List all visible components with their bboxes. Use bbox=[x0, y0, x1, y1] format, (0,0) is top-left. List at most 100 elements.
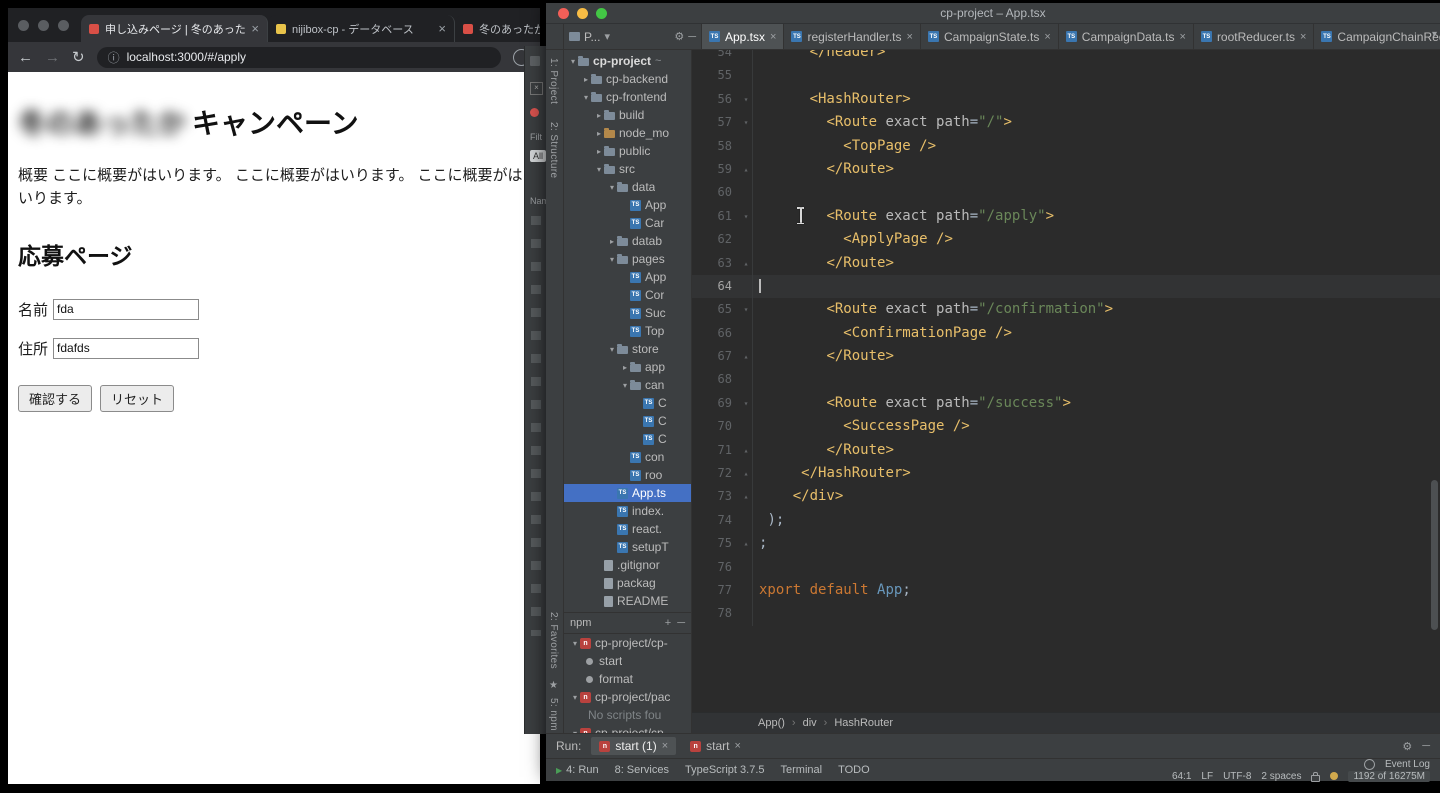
project-tree-row[interactable]: ▸ build bbox=[564, 106, 691, 124]
breadcrumb-item[interactable]: div bbox=[803, 717, 817, 729]
project-tree-row[interactable]: TS react. bbox=[564, 520, 691, 538]
forward-icon[interactable]: → bbox=[45, 50, 60, 65]
code-line[interactable]: 67 ▴ </Route> bbox=[692, 345, 1440, 369]
line-separator[interactable]: LF bbox=[1201, 771, 1213, 782]
npm-script-row[interactable]: No scripts fou bbox=[564, 706, 691, 724]
fold-icon[interactable]: ▴ bbox=[740, 252, 752, 275]
site-info-icon[interactable]: ⓘ bbox=[108, 49, 120, 66]
project-tree-row[interactable]: ▾ cp-project ~ bbox=[564, 52, 691, 70]
line-number[interactable]: 56 bbox=[692, 88, 740, 111]
tool-stripe-npm[interactable]: 5: npm bbox=[548, 698, 559, 731]
browser-tab[interactable]: 申し込みページ | 冬のあった × bbox=[81, 15, 268, 42]
project-tree-row[interactable]: .gitignor bbox=[564, 556, 691, 574]
fold-icon[interactable]: ▾ bbox=[740, 298, 752, 321]
statusbar-item[interactable]: ▶ 4: Run bbox=[556, 764, 599, 776]
code-editor[interactable]: 54 </header> 55 56 ▾ <HashRouter> 57 ▾ <Route… bbox=[692, 50, 1440, 713]
editor-tab[interactable]: TS CampaignData.ts × bbox=[1059, 24, 1194, 49]
tree-arrow-icon[interactable]: ▸ bbox=[607, 237, 617, 246]
breadcrumb-item[interactable]: HashRouter bbox=[834, 717, 893, 729]
npm-script-row[interactable]: ▾ n cp-project/cp bbox=[564, 724, 691, 733]
tab-close-icon[interactable]: × bbox=[1180, 31, 1186, 43]
code-line[interactable]: 73 ▴ </div> bbox=[692, 485, 1440, 509]
code-line[interactable]: 75 ▴; bbox=[692, 532, 1440, 556]
reload-icon[interactable]: ↻ bbox=[72, 50, 85, 65]
tree-arrow-icon[interactable]: ▾ bbox=[620, 381, 630, 390]
editor-tab[interactable]: TS App.tsx × bbox=[702, 24, 785, 49]
fold-icon[interactable]: ▾ bbox=[740, 392, 752, 415]
settings-icon[interactable]: ⚙ bbox=[674, 30, 684, 43]
tab-close-icon[interactable]: × bbox=[251, 21, 259, 36]
fold-icon[interactable]: ▴ bbox=[740, 532, 752, 555]
line-number[interactable]: 69 bbox=[692, 392, 740, 415]
breadcrumb-item[interactable]: App() bbox=[758, 717, 785, 729]
line-number[interactable]: 77 bbox=[692, 579, 740, 602]
code-line[interactable]: 65 ▾ <Route exact path="/confirmation"> bbox=[692, 298, 1440, 322]
tab-close-icon[interactable]: × bbox=[662, 740, 668, 752]
statusbar-item[interactable]: 8: Services bbox=[615, 764, 669, 776]
reset-button[interactable]: リセット bbox=[100, 384, 175, 412]
editor-scrollbar[interactable] bbox=[1431, 480, 1438, 630]
project-tree-row[interactable]: TS App bbox=[564, 196, 691, 214]
favorites-star-icon[interactable]: ★ bbox=[549, 680, 558, 691]
npm-script-row[interactable]: ▾ n cp-project/pac bbox=[564, 688, 691, 706]
project-tree-row[interactable]: TS con bbox=[564, 448, 691, 466]
line-number[interactable]: 74 bbox=[692, 509, 740, 532]
fold-icon[interactable]: ▴ bbox=[740, 462, 752, 485]
hide-panel-icon[interactable]: ─ bbox=[688, 31, 696, 43]
project-tree-row[interactable]: ▾ can bbox=[564, 376, 691, 394]
project-tree-row[interactable]: TS roo bbox=[564, 466, 691, 484]
code-line[interactable]: 58 <TopPage /> bbox=[692, 134, 1440, 158]
tree-arrow-icon[interactable]: ▸ bbox=[620, 363, 630, 372]
editor-tab[interactable]: TS CampaignState.ts × bbox=[921, 24, 1059, 49]
line-number[interactable]: 65 bbox=[692, 298, 740, 321]
close-window-button[interactable] bbox=[558, 8, 569, 19]
browser-tab[interactable]: nijibox-cp - データベース × bbox=[268, 15, 455, 42]
tree-arrow-icon[interactable]: ▾ bbox=[607, 183, 617, 192]
npm-script-row[interactable]: start bbox=[564, 652, 691, 670]
address-input[interactable] bbox=[53, 337, 200, 359]
chevron-down-icon[interactable]: ▾ bbox=[604, 30, 610, 43]
tree-arrow-icon[interactable]: ▸ bbox=[594, 129, 604, 138]
line-number[interactable]: 62 bbox=[692, 228, 740, 251]
line-number[interactable]: 72 bbox=[692, 462, 740, 485]
code-line[interactable]: 55 bbox=[692, 64, 1440, 88]
tool-stripe-project[interactable]: 1: Project bbox=[548, 58, 559, 104]
editor-tab[interactable]: TS rootReducer.ts × bbox=[1194, 24, 1315, 49]
line-number[interactable]: 54 bbox=[692, 50, 740, 64]
line-number[interactable]: 63 bbox=[692, 252, 740, 275]
fold-icon[interactable]: ▴ bbox=[740, 158, 752, 181]
project-tree-row[interactable]: ▾ data bbox=[564, 178, 691, 196]
tree-arrow-icon[interactable]: ▸ bbox=[594, 147, 604, 156]
toolbar-icon[interactable] bbox=[530, 56, 540, 66]
project-tree-row[interactable]: TS C bbox=[564, 430, 691, 448]
tab-close-icon[interactable]: × bbox=[1044, 31, 1050, 43]
project-tree-row[interactable]: TS index. bbox=[564, 502, 691, 520]
project-tree-row[interactable]: TS Car bbox=[564, 214, 691, 232]
statusbar-item[interactable]: TypeScript 3.7.5 bbox=[685, 764, 765, 776]
tree-arrow-icon[interactable]: ▾ bbox=[607, 345, 617, 354]
statusbar-item[interactable]: Terminal bbox=[781, 764, 823, 776]
code-line[interactable]: 57 ▾ <Route exact path="/"> bbox=[692, 111, 1440, 135]
code-line[interactable]: 74 ); bbox=[692, 508, 1440, 533]
fold-icon[interactable]: ▴ bbox=[740, 439, 752, 462]
code-line[interactable]: 64 bbox=[692, 274, 1440, 299]
minimize-window-button[interactable] bbox=[38, 20, 49, 31]
tree-arrow-icon[interactable]: ▸ bbox=[594, 111, 604, 120]
browser-tab[interactable]: 冬のあったか× bbox=[455, 15, 540, 42]
caret-position[interactable]: 64:1 bbox=[1172, 771, 1191, 782]
line-number[interactable]: 75 bbox=[692, 532, 740, 555]
run-tab[interactable]: n start × bbox=[682, 737, 749, 755]
tree-arrow-icon[interactable]: ▾ bbox=[568, 57, 578, 66]
tab-close-icon[interactable]: × bbox=[907, 31, 913, 43]
code-line[interactable]: 54 </header> bbox=[692, 50, 1440, 65]
indent-setting[interactable]: 2 spaces bbox=[1261, 771, 1301, 782]
line-number[interactable]: 67 bbox=[692, 345, 740, 368]
editor-tab[interactable]: TSCampaignChainReducer× bbox=[1314, 24, 1440, 49]
project-tree-row[interactable]: TS Suc bbox=[564, 304, 691, 322]
line-number[interactable]: 76 bbox=[692, 556, 740, 579]
code-line[interactable]: 69 ▾ <Route exact path="/success"> bbox=[692, 391, 1440, 416]
all-filter-chip[interactable]: All bbox=[530, 150, 547, 162]
tab-close-icon[interactable]: × bbox=[438, 21, 446, 36]
editor-tab[interactable]: TS registerHandler.ts × bbox=[784, 24, 921, 49]
project-tree-row[interactable]: TS C bbox=[564, 412, 691, 430]
